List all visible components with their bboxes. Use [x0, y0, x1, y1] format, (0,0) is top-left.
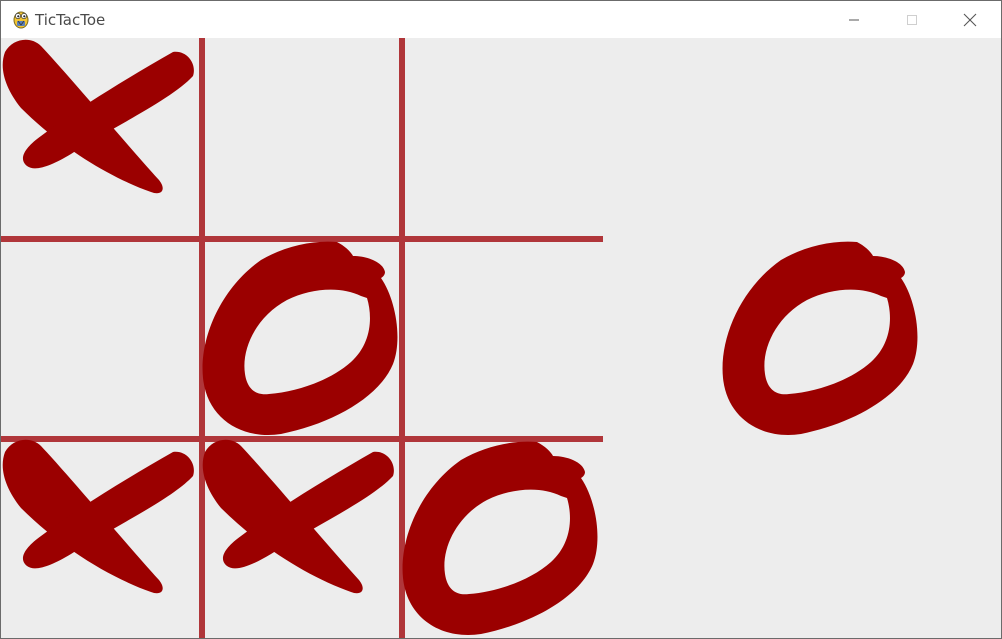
maximize-button[interactable] [883, 1, 941, 38]
board-cell[interactable] [1, 38, 201, 238]
python-snake-icon [13, 11, 29, 29]
maximize-icon [907, 14, 917, 25]
window-title: TicTacToe [35, 11, 106, 29]
board-cell[interactable] [1, 438, 201, 638]
minimize-icon [849, 19, 859, 20]
o-mark-icon [202, 241, 398, 435]
current-turn-indicator [721, 238, 921, 438]
board-cell[interactable] [401, 38, 601, 238]
title-bar[interactable]: TicTacToe [1, 1, 1001, 38]
x-mark-icon [2, 439, 194, 594]
board-cell[interactable] [401, 438, 601, 638]
x-mark-icon [202, 439, 394, 594]
board-cell[interactable] [201, 438, 401, 638]
board-cell[interactable] [201, 38, 401, 238]
game-canvas[interactable] [1, 38, 1001, 638]
app-window: TicTacToe [0, 0, 1002, 639]
board-cell[interactable] [401, 238, 601, 438]
close-icon [963, 13, 977, 26]
board-cell[interactable] [201, 238, 401, 438]
x-mark-icon [2, 39, 194, 194]
board-cell[interactable] [1, 238, 201, 438]
o-mark-icon [402, 441, 598, 635]
minimize-button[interactable] [825, 1, 883, 38]
close-button[interactable] [941, 1, 999, 38]
tictactoe-board[interactable] [1, 38, 603, 638]
o-mark-icon [722, 241, 918, 435]
